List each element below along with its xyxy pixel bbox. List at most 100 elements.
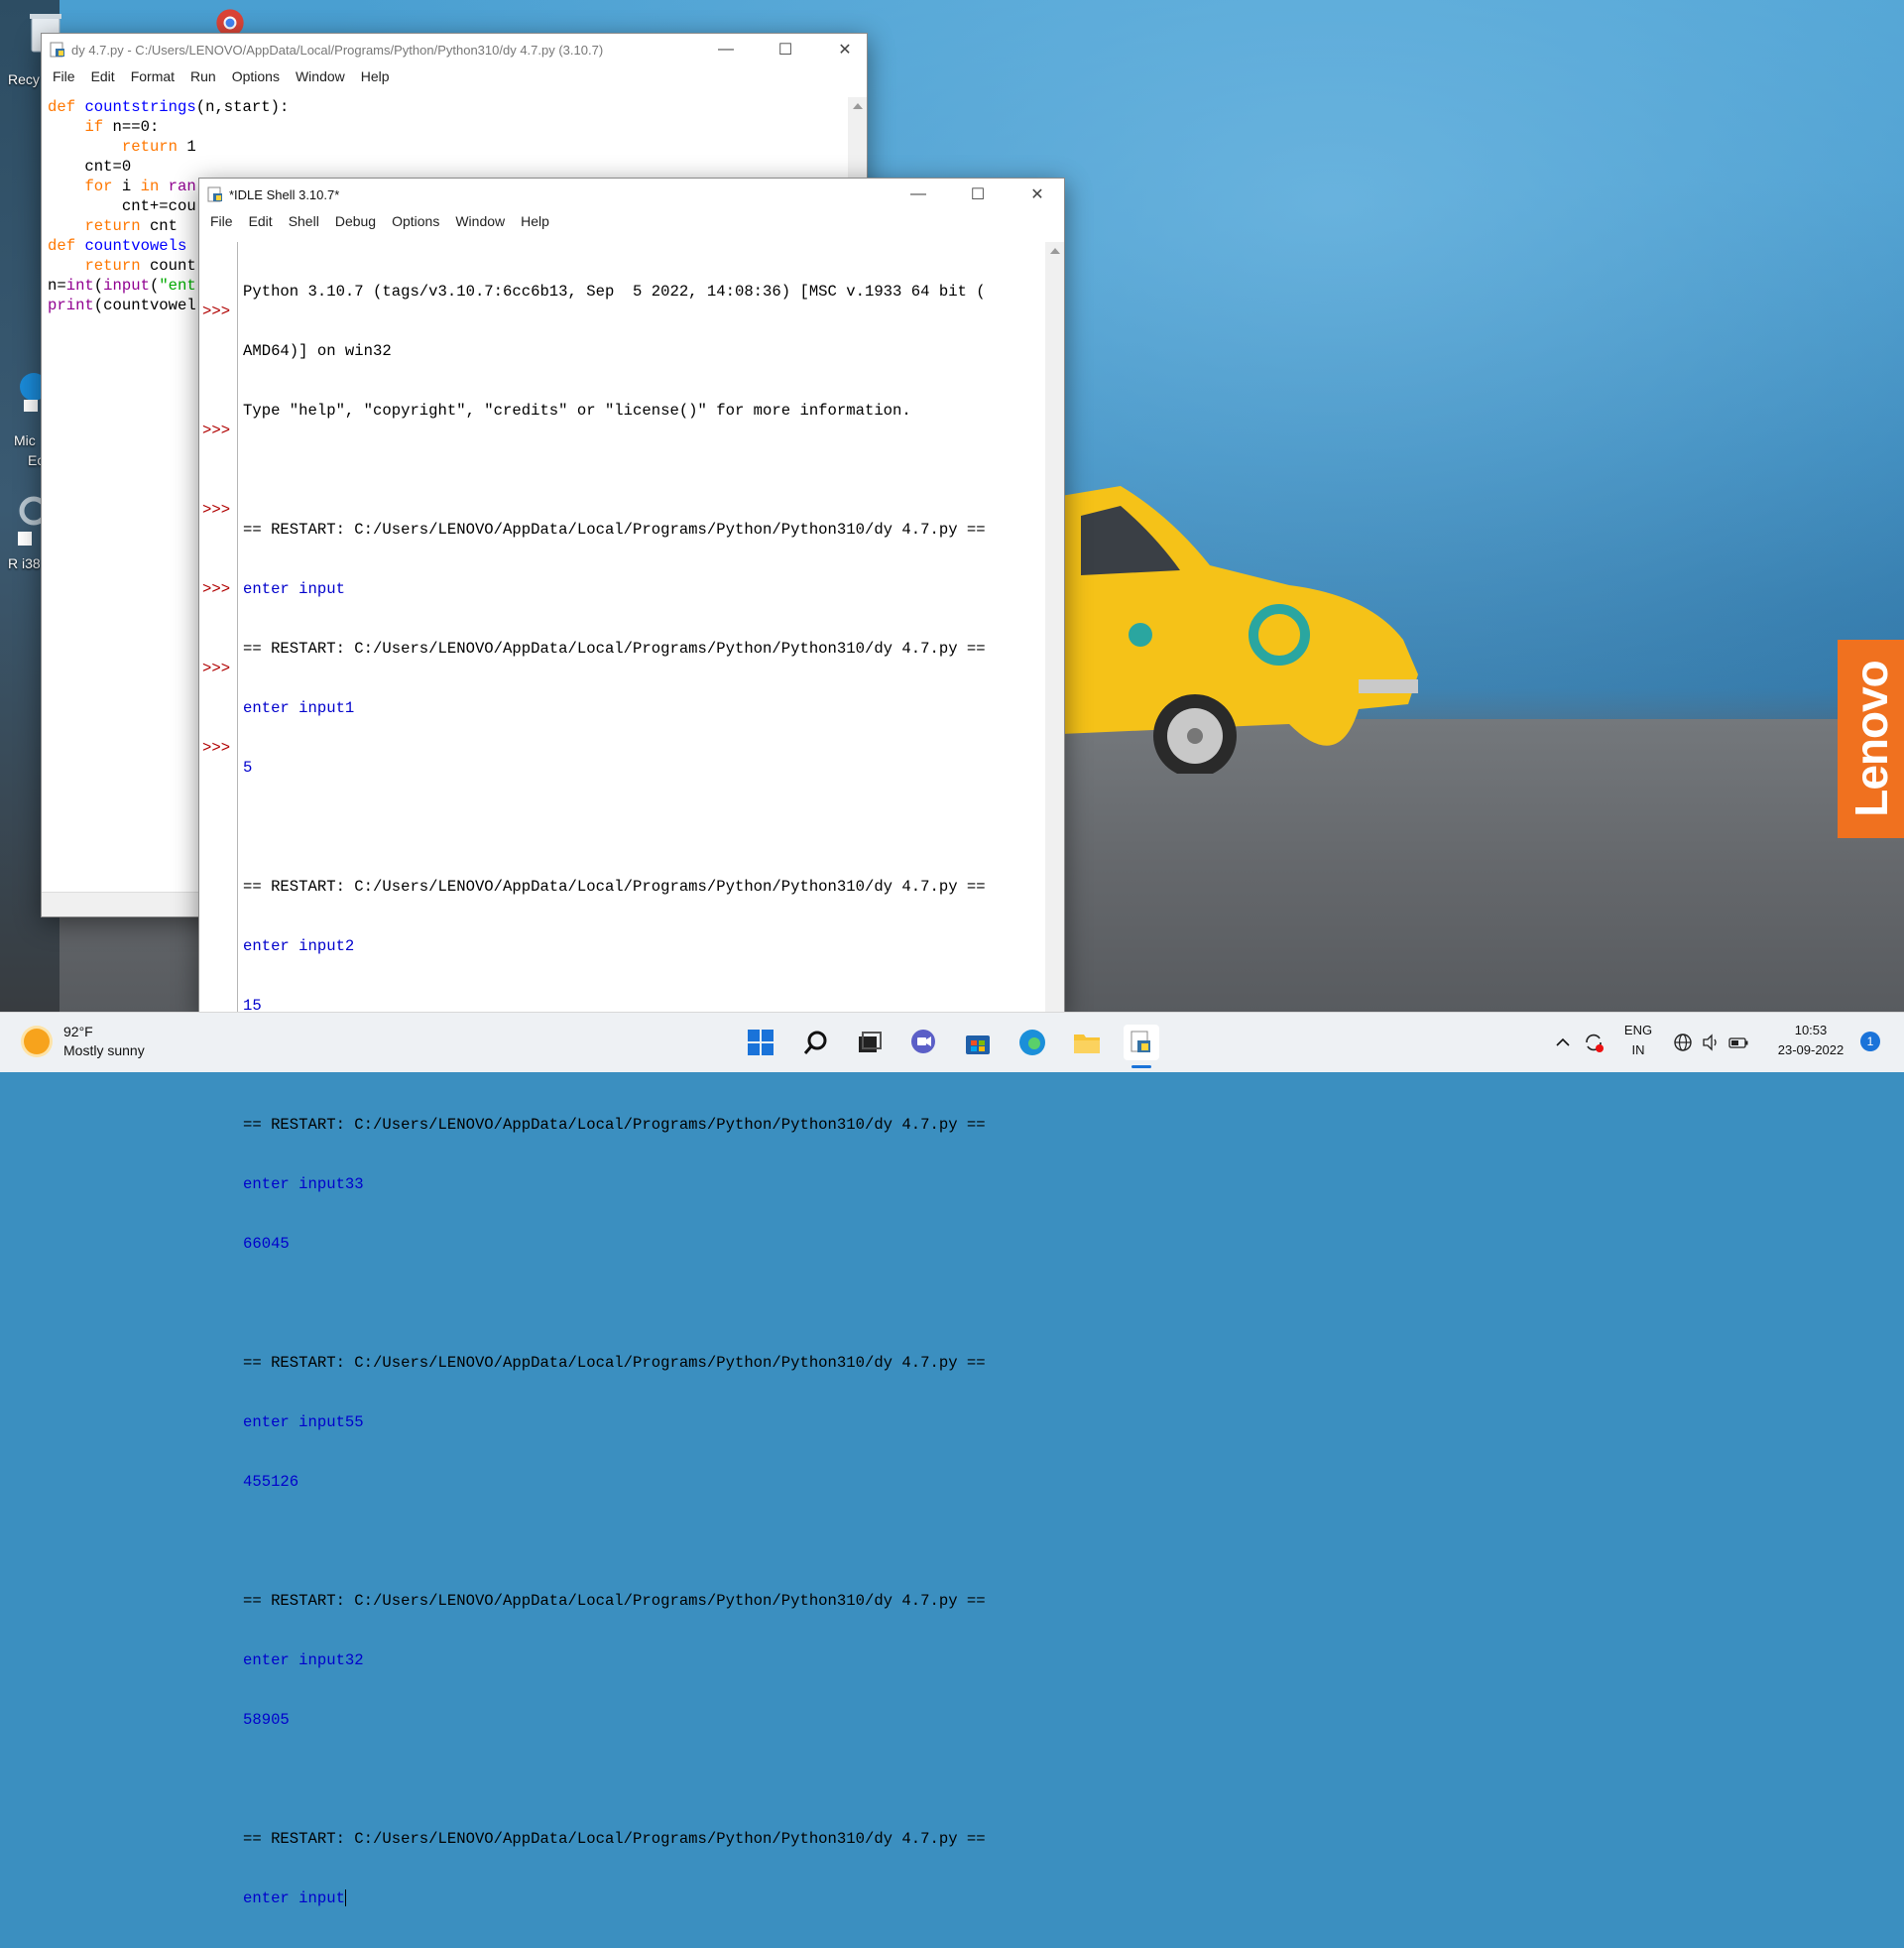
scroll-up-arrow-icon[interactable] (1049, 248, 1060, 254)
task-view-button[interactable] (852, 1025, 888, 1060)
windows-logo-icon (748, 1030, 774, 1055)
weather-description: Mostly sunny (63, 1042, 145, 1058)
battery-button[interactable] (1726, 1025, 1751, 1060)
minimize-button[interactable]: — (696, 34, 756, 65)
restart-line: == RESTART: C:/Users/LENOVO/AppData/Loca… (243, 1830, 986, 1848)
shell-window[interactable]: *IDLE Shell 3.10.7* — ☐ ✕ File Edit Shel… (198, 178, 1065, 1907)
maximize-button[interactable]: ☐ (756, 34, 815, 65)
notification-badge[interactable]: 1 (1860, 1032, 1880, 1051)
active-app-indicator (1131, 1065, 1151, 1068)
shell-vertical-scrollbar[interactable] (1045, 242, 1064, 1014)
editor-titlebar[interactable]: dy 4.7.py - C:/Users/LENOVO/AppData/Loca… (42, 34, 867, 65)
show-hidden-icons-button[interactable] (1549, 1025, 1577, 1060)
input-prompt-line: enter input55 (243, 1413, 364, 1431)
r-shortcut-icon (18, 496, 49, 546)
prompt-1: >>> (202, 303, 231, 320)
sync-status-button[interactable] (1579, 1025, 1608, 1060)
scroll-up-arrow-icon[interactable] (852, 103, 863, 109)
sync-icon (1586, 1034, 1604, 1052)
editor-menubar: File Edit Format Run Options Window Help (42, 65, 867, 87)
menu-format[interactable]: Format (125, 68, 184, 84)
prompt-4: >>> (202, 580, 231, 598)
menu-help[interactable]: Help (355, 68, 400, 84)
python-idle-taskbar-button[interactable] (1124, 1025, 1159, 1060)
shell-menubar: File Edit Shell Debug Options Window Hel… (199, 210, 1064, 232)
edge-desktop-icon[interactable] (14, 372, 48, 431)
lenovo-logo: Lenovo (1838, 640, 1904, 838)
store-button[interactable] (960, 1025, 996, 1060)
edge-icon (1019, 1030, 1045, 1055)
shell-titlebar[interactable]: *IDLE Shell 3.10.7* — ☐ ✕ (199, 179, 1064, 210)
prompt-3: >>> (202, 501, 231, 519)
edge-shortcut-icon (20, 373, 48, 412)
python-idle-icon (1130, 1031, 1150, 1052)
menu-window[interactable]: Window (290, 68, 355, 84)
menu-options[interactable]: Options (386, 213, 449, 229)
input-prompt-line: enter input33 (243, 1175, 364, 1193)
output-value: 66045 (243, 1235, 290, 1253)
current-input-text: enter input (243, 1889, 345, 1907)
menu-edit[interactable]: Edit (85, 68, 125, 84)
shell-output-area[interactable]: Python 3.10.7 (tags/v3.10.7:6cc6b13, Sep… (243, 242, 1036, 1948)
input-prompt-line: enter input32 (243, 1651, 364, 1669)
start-button[interactable] (743, 1025, 778, 1060)
menu-file[interactable]: File (47, 68, 85, 84)
shell-prompt-gutter: >>> >>> >>> >>> >>> >>> (199, 242, 238, 1014)
language-indicator[interactable]: ENG IN (1616, 1021, 1660, 1060)
lenovo-logo-text: Lenovo (1844, 661, 1897, 817)
edge-button[interactable] (1014, 1025, 1050, 1060)
chevron-up-icon (1556, 1037, 1570, 1046)
weather-widget[interactable]: 92°F Mostly sunny (24, 1023, 145, 1060)
menu-shell[interactable]: Shell (283, 213, 329, 229)
python-shell-icon (207, 186, 222, 202)
maximize-button[interactable]: ☐ (948, 179, 1008, 210)
output-value: 5 (243, 759, 253, 777)
r-desktop-icon[interactable] (14, 496, 49, 555)
search-button[interactable] (798, 1025, 834, 1060)
wallpaper-car (1061, 486, 1418, 774)
banner-line-3: Type "help", "copyright", "credits" or "… (243, 402, 911, 420)
editor-title: dy 4.7.py - C:/Users/LENOVO/AppData/Loca… (71, 42, 604, 58)
menu-help[interactable]: Help (515, 213, 559, 229)
clock-date: 23-09-2022 (1777, 1042, 1844, 1057)
desktop-label-r: R i38 (8, 555, 41, 571)
editor-window-controls: — ☐ ✕ (696, 34, 875, 65)
battery-icon (1728, 1037, 1748, 1048)
prompt-2: >>> (202, 422, 231, 439)
shell-window-controls: — ☐ ✕ (889, 179, 1067, 210)
input-prompt-line: enter input2 (243, 937, 355, 955)
menu-edit[interactable]: Edit (243, 213, 283, 229)
prompt-5: >>> (202, 660, 231, 677)
close-button[interactable]: ✕ (815, 34, 875, 65)
restart-line: == RESTART: C:/Users/LENOVO/AppData/Loca… (243, 1592, 986, 1610)
clock[interactable]: 10:53 23-09-2022 (1763, 1021, 1858, 1060)
restart-line: == RESTART: C:/Users/LENOVO/AppData/Loca… (243, 878, 986, 896)
chat-button[interactable] (905, 1025, 941, 1060)
sun-icon (24, 1029, 50, 1054)
menu-run[interactable]: Run (184, 68, 226, 84)
menu-debug[interactable]: Debug (329, 213, 386, 229)
banner-line-2: AMD64)] on win32 (243, 342, 392, 360)
input-prompt-line: enter input1 (243, 699, 355, 717)
restart-line: == RESTART: C:/Users/LENOVO/AppData/Loca… (243, 1116, 986, 1134)
folder-icon (1074, 1035, 1100, 1053)
task-view-icon (859, 1032, 882, 1052)
current-input-line[interactable]: enter input (243, 1888, 1036, 1908)
volume-button[interactable] (1698, 1025, 1724, 1060)
globe-icon (1674, 1034, 1692, 1051)
file-explorer-button[interactable] (1069, 1025, 1105, 1060)
taskbar: 92°F Mostly sunny ENG IN 10:53 23-09-202… (0, 1012, 1904, 1072)
region-code: IN (1631, 1042, 1645, 1057)
menu-options[interactable]: Options (226, 68, 290, 84)
restart-line: == RESTART: C:/Users/LENOVO/AppData/Loca… (243, 640, 986, 658)
menu-window[interactable]: Window (449, 213, 515, 229)
output-value: 455126 (243, 1473, 299, 1491)
restart-line: == RESTART: C:/Users/LENOVO/AppData/Loca… (243, 1354, 986, 1372)
clock-time: 10:53 (1794, 1023, 1828, 1037)
menu-file[interactable]: File (204, 213, 243, 229)
desktop-label-edge-1: Mic (14, 432, 36, 448)
network-button[interactable] (1670, 1025, 1696, 1060)
text-caret (344, 1889, 346, 1907)
close-button[interactable]: ✕ (1008, 179, 1067, 210)
minimize-button[interactable]: — (889, 179, 948, 210)
